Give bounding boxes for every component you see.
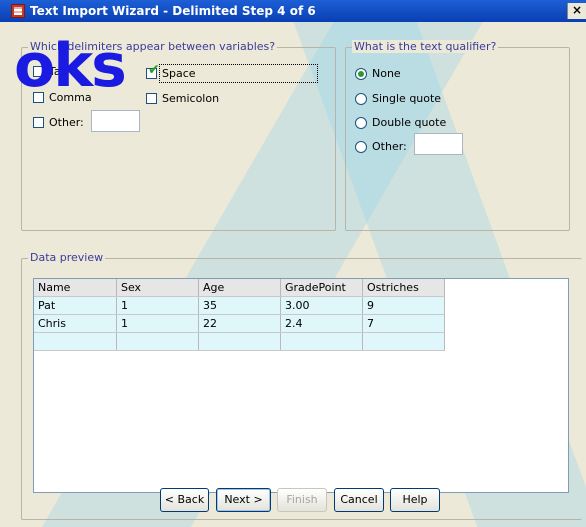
title-bar: Text Import Wizard - Delimited Step 4 of… xyxy=(0,0,586,22)
qualifier-none-label: None xyxy=(372,67,401,80)
table-cell[interactable]: 3.00 xyxy=(280,296,363,315)
column-header[interactable]: Name xyxy=(34,279,117,297)
column-header[interactable]: Sex xyxy=(116,279,199,297)
qualifier-other-radio-dot[interactable] xyxy=(355,140,367,153)
table-cell[interactable] xyxy=(362,332,445,351)
delimiters-group-title: Which delimiters appear between variable… xyxy=(28,40,278,53)
check-icon: ✔ xyxy=(148,62,160,78)
close-button[interactable]: × xyxy=(567,3,586,19)
finish-button[interactable]: Finish xyxy=(277,488,327,512)
column-header[interactable]: Ostriches xyxy=(362,279,445,297)
other-delimiter-input[interactable] xyxy=(91,110,140,132)
data-preview-grid[interactable]: Name Sex Age GradePoint Ostriches Pat 1 … xyxy=(33,278,569,493)
qualifier-other-label: Other: xyxy=(372,140,407,153)
table-header-row: Name Sex Age GradePoint Ostriches xyxy=(34,279,445,297)
cancel-button[interactable]: Cancel xyxy=(334,488,384,512)
tab-label: Tab xyxy=(49,65,68,78)
table-cell[interactable]: 1 xyxy=(116,296,199,315)
qualifier-none-radio[interactable]: None xyxy=(355,67,401,80)
table-cell[interactable] xyxy=(198,332,281,351)
help-button[interactable]: Help xyxy=(390,488,440,512)
qualifier-double-label: Double quote xyxy=(372,116,447,129)
wizard-body: Which delimiters appear between variable… xyxy=(0,22,586,527)
qualifier-none-radio-dot[interactable] xyxy=(355,67,367,80)
qualifier-other-input[interactable] xyxy=(414,133,463,155)
semicolon-checkbox[interactable]: Semicolon xyxy=(146,92,219,105)
qualifier-double-radio-dot[interactable] xyxy=(355,116,367,129)
qualifier-single-radio-dot[interactable] xyxy=(355,92,367,105)
qualifier-other-radio[interactable]: Other: xyxy=(355,140,407,153)
table-cell[interactable]: 2.4 xyxy=(280,314,363,333)
qualifier-group-title: What is the text qualifier? xyxy=(352,40,499,53)
comma-checkbox-box[interactable] xyxy=(33,92,44,103)
space-checkbox[interactable]: ✔ Space xyxy=(146,63,318,83)
comma-checkbox[interactable]: Comma xyxy=(33,91,92,104)
table-cell[interactable]: 1 xyxy=(116,314,199,333)
tab-checkbox[interactable]: Tab xyxy=(33,65,68,78)
space-checkbox-box[interactable]: ✔ xyxy=(146,63,160,79)
table-cell[interactable]: 35 xyxy=(198,296,281,315)
window-title: Text Import Wizard - Delimited Step 4 of… xyxy=(30,4,316,18)
app-icon xyxy=(11,4,25,18)
table-cell[interactable]: 22 xyxy=(198,314,281,333)
column-header[interactable]: GradePoint xyxy=(280,279,363,297)
back-button[interactable]: < Back xyxy=(160,488,209,512)
space-label: Space xyxy=(159,64,318,83)
table-cell[interactable]: Pat xyxy=(34,296,117,315)
qualifier-double-radio[interactable]: Double quote xyxy=(355,116,446,129)
other-delimiter-label: Other: xyxy=(49,116,84,129)
next-button[interactable]: Next > xyxy=(216,488,271,512)
table-row xyxy=(34,332,445,351)
data-preview-group-title: Data preview xyxy=(28,251,106,264)
semicolon-label: Semicolon xyxy=(162,92,220,105)
qualifier-single-radio[interactable]: Single quote xyxy=(355,92,441,105)
tab-checkbox-box[interactable] xyxy=(33,66,44,77)
table-cell[interactable] xyxy=(116,332,199,351)
table-cell[interactable]: 9 xyxy=(362,296,445,315)
comma-label: Comma xyxy=(49,91,92,104)
table-row: Pat 1 35 3.00 9 xyxy=(34,296,445,315)
table-row: Chris 1 22 2.4 7 xyxy=(34,314,445,333)
other-delimiter-checkbox[interactable]: Other: xyxy=(33,116,84,129)
semicolon-checkbox-box[interactable] xyxy=(146,93,157,104)
table-cell[interactable]: Chris xyxy=(34,314,117,333)
other-delimiter-checkbox-box[interactable] xyxy=(33,117,44,128)
table-cell[interactable] xyxy=(34,332,117,351)
data-preview-table: Name Sex Age GradePoint Ostriches Pat 1 … xyxy=(34,279,445,351)
column-header[interactable]: Age xyxy=(198,279,281,297)
qualifier-single-label: Single quote xyxy=(372,92,442,105)
table-cell[interactable] xyxy=(280,332,363,351)
table-cell[interactable]: 7 xyxy=(362,314,445,333)
